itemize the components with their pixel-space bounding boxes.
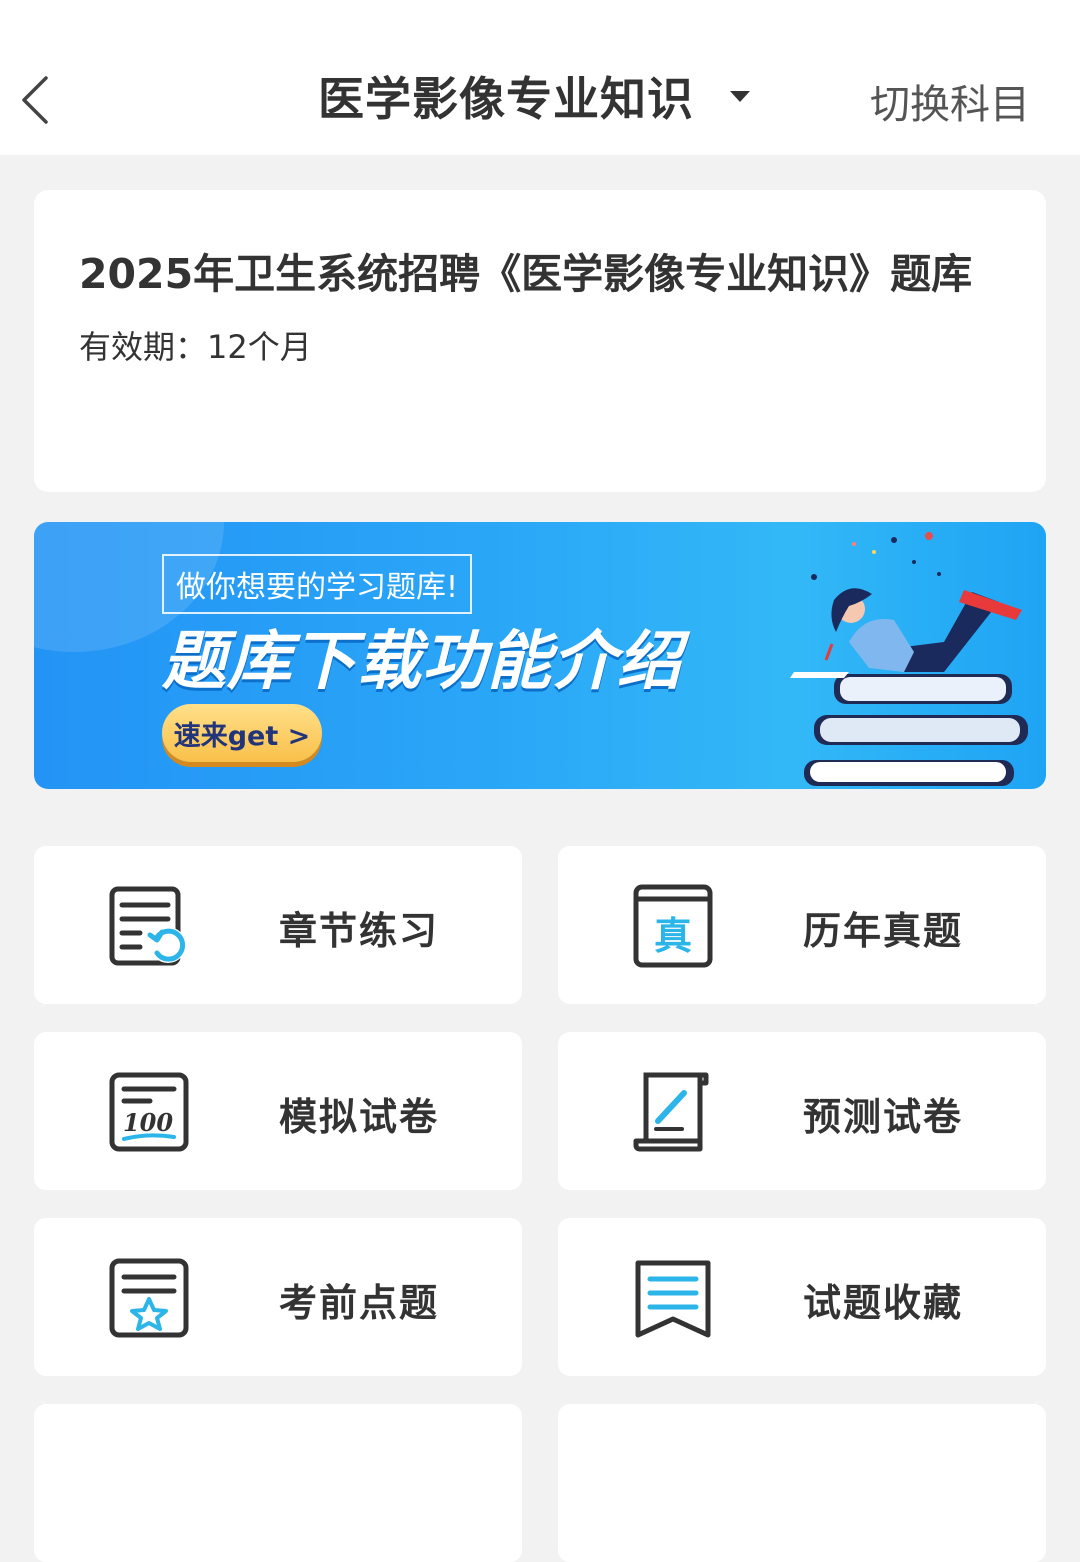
validity-text: 有效期：12个月	[79, 328, 312, 366]
favorites-icon	[635, 1260, 711, 1338]
banner-slogan: 做你想要的学习题库!	[162, 554, 473, 614]
past-exam-icon: 真	[633, 884, 713, 968]
menu-tile-past-exams[interactable]: 真 历年真题	[558, 846, 1046, 1004]
course-title: 2025年卫生系统招聘《医学影像专业知识》题库	[79, 250, 973, 298]
top-nav-bar: 医学影像专业知识 切换科目	[0, 0, 1080, 155]
chapter-practice-icon	[109, 886, 186, 966]
menu-tile-partial[interactable]	[558, 1404, 1046, 1562]
menu-tile-mock-exam[interactable]: 100 模拟试卷	[34, 1032, 522, 1190]
prediction-exam-icon	[633, 1072, 709, 1152]
course-card[interactable]: 2025年卫生系统招聘《医学影像专业知识》题库 有效期：12个月	[34, 190, 1046, 492]
menu-tile-prediction-exam[interactable]: 预测试卷	[558, 1032, 1046, 1190]
svg-text:100: 100	[123, 1108, 173, 1137]
banner-cta-button[interactable]: 速来get >	[162, 704, 322, 762]
banner-headline: 题库下载功能介绍	[162, 625, 682, 699]
menu-label: 模拟试卷	[279, 1095, 440, 1139]
switch-subject-button[interactable]: 切换科目	[870, 72, 1030, 130]
menu-tile-chapter-practice[interactable]: 章节练习	[34, 846, 522, 1004]
caret-down-icon	[730, 90, 750, 102]
study-illustration	[790, 532, 1028, 786]
menu-label: 考前点题	[279, 1281, 440, 1325]
key-points-icon	[109, 1258, 189, 1338]
menu-label: 历年真题	[803, 909, 964, 953]
menu-label: 预测试卷	[803, 1095, 964, 1139]
menu-tile-key-points[interactable]: 考前点题	[34, 1218, 522, 1376]
svg-text:真: 真	[654, 914, 692, 958]
menu-label: 试题收藏	[803, 1281, 964, 1325]
mock-exam-icon: 100	[109, 1072, 189, 1152]
back-button[interactable]	[14, 70, 64, 130]
chevron-left-icon	[22, 76, 48, 124]
menu-label: 章节练习	[279, 909, 440, 953]
menu-tile-favorites[interactable]: 试题收藏	[558, 1218, 1046, 1376]
promo-banner[interactable]: 做你想要的学习题库! 题库下载功能介绍 速来get >	[34, 522, 1046, 789]
menu-tile-partial[interactable]	[34, 1404, 522, 1562]
page-title: 医学影像专业知识	[318, 72, 694, 126]
subject-selector[interactable]: 医学影像专业知识	[318, 66, 750, 126]
